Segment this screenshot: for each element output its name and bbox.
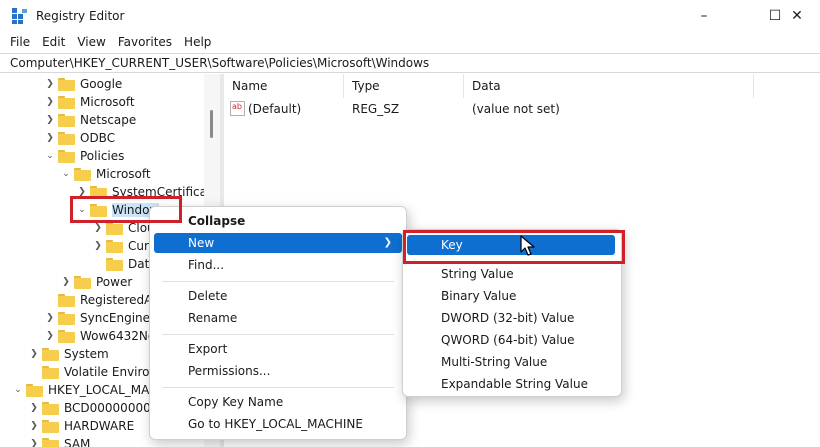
close-icon: ✕ bbox=[791, 8, 803, 24]
menu-item-rename[interactable]: Rename bbox=[154, 308, 402, 328]
tree-item-hklm[interactable]: ⌄ HKEY_LOCAL_MAC bbox=[12, 381, 157, 399]
menu-item-new[interactable]: New ❯ bbox=[154, 233, 402, 253]
folder-icon bbox=[74, 167, 91, 181]
chevron-right-icon[interactable]: ❯ bbox=[44, 97, 56, 107]
tree-item-power[interactable]: ❯ Power bbox=[60, 273, 132, 291]
tree-item-hardware[interactable]: ❯ HARDWARE bbox=[28, 417, 134, 435]
menu-bar: File Edit View Favorites Help bbox=[0, 32, 820, 52]
menu-view[interactable]: View bbox=[71, 35, 111, 49]
folder-icon bbox=[58, 329, 75, 343]
registry-editor-icon bbox=[12, 8, 28, 24]
folder-icon bbox=[58, 95, 75, 109]
value-name[interactable]: (Default) bbox=[248, 100, 301, 118]
tree-item-wow6432node[interactable]: ❯ Wow6432Noc bbox=[44, 327, 162, 345]
chevron-right-icon[interactable]: ❯ bbox=[92, 223, 104, 233]
address-bar[interactable]: Computer\HKEY_CURRENT_USER\Software\Poli… bbox=[0, 53, 820, 73]
menu-separator bbox=[162, 281, 394, 282]
folder-icon bbox=[74, 275, 91, 289]
chevron-right-icon: ❯ bbox=[383, 237, 392, 248]
minimize-icon: – bbox=[700, 8, 708, 24]
folder-icon bbox=[58, 293, 75, 307]
chevron-down-icon[interactable]: ⌄ bbox=[44, 151, 56, 161]
chevron-right-icon[interactable]: ❯ bbox=[28, 421, 40, 431]
submenu-item-string-value[interactable]: String Value bbox=[407, 264, 615, 284]
chevron-right-icon[interactable]: ❯ bbox=[44, 331, 56, 341]
tree-item-syncengines[interactable]: ❯ SyncEngines bbox=[44, 309, 156, 327]
folder-icon bbox=[58, 131, 75, 145]
menu-favorites[interactable]: Favorites bbox=[112, 35, 178, 49]
string-value-icon: ab bbox=[230, 101, 245, 116]
chevron-right-icon[interactable]: ❯ bbox=[28, 439, 40, 447]
minimize-button[interactable]: – bbox=[681, 0, 727, 32]
value-data: (value not set) bbox=[472, 102, 560, 116]
submenu-item-dword[interactable]: DWORD (32-bit) Value bbox=[407, 308, 615, 328]
tree-item-data[interactable]: Data bbox=[92, 255, 157, 273]
menu-file[interactable]: File bbox=[4, 35, 36, 49]
folder-icon bbox=[58, 149, 75, 163]
tree-item-google[interactable]: ❯ Google bbox=[44, 75, 122, 93]
menu-edit[interactable]: Edit bbox=[36, 35, 71, 49]
tree-item-system[interactable]: ❯ System bbox=[28, 345, 109, 363]
column-header-type[interactable]: Type bbox=[344, 74, 464, 98]
chevron-right-icon[interactable]: ❯ bbox=[44, 115, 56, 125]
folder-icon bbox=[42, 401, 59, 415]
chevron-right-icon[interactable]: ❯ bbox=[28, 403, 40, 413]
context-menu: Collapse New ❯ Find... Delete Rename Expo… bbox=[149, 206, 407, 440]
tree-item-policies[interactable]: ⌄ Policies bbox=[44, 147, 124, 165]
menu-help[interactable]: Help bbox=[178, 35, 217, 49]
column-header-name[interactable]: Name bbox=[224, 74, 344, 98]
tree-item-netscape[interactable]: ❯ Netscape bbox=[44, 111, 136, 129]
chevron-down-icon[interactable]: ⌄ bbox=[12, 385, 24, 395]
annotation-box-key bbox=[403, 230, 625, 264]
window-title: Registry Editor bbox=[36, 9, 125, 23]
folder-icon bbox=[106, 239, 123, 253]
folder-icon bbox=[58, 113, 75, 127]
column-header-data[interactable]: Data bbox=[464, 74, 754, 98]
folder-icon bbox=[58, 77, 75, 91]
chevron-right-icon[interactable]: ❯ bbox=[44, 79, 56, 89]
menu-item-copy-key-name[interactable]: Copy Key Name bbox=[154, 392, 402, 412]
tree-item-bcd[interactable]: ❯ BCD00000000 bbox=[28, 399, 151, 417]
menu-item-find[interactable]: Find... bbox=[154, 255, 402, 275]
submenu-item-binary-value[interactable]: Binary Value bbox=[407, 286, 615, 306]
chevron-right-icon[interactable]: ❯ bbox=[92, 241, 104, 251]
chevron-right-icon[interactable]: ❯ bbox=[44, 133, 56, 143]
submenu-item-multi-string[interactable]: Multi-String Value bbox=[407, 352, 615, 372]
tree-item-registeredapps[interactable]: RegisteredAp bbox=[44, 291, 160, 309]
mouse-cursor-icon bbox=[520, 235, 535, 256]
menu-item-new-label: New bbox=[188, 236, 215, 250]
tree-item-current[interactable]: ❯ Curr bbox=[92, 237, 153, 255]
submenu-item-expandable-string[interactable]: Expandable String Value bbox=[407, 374, 615, 394]
menu-item-permissions[interactable]: Permissions... bbox=[154, 361, 402, 381]
tree-item-volatile[interactable]: Volatile Environn bbox=[28, 363, 165, 381]
menu-item-delete[interactable]: Delete bbox=[154, 286, 402, 306]
tree-item-microsoft[interactable]: ❯ Microsoft bbox=[44, 93, 134, 111]
folder-icon bbox=[106, 221, 123, 235]
folder-icon bbox=[58, 311, 75, 325]
chevron-right-icon[interactable]: ❯ bbox=[44, 313, 56, 323]
menu-separator bbox=[162, 334, 394, 335]
menu-item-collapse[interactable]: Collapse bbox=[154, 211, 402, 231]
chevron-down-icon[interactable]: ⌄ bbox=[60, 169, 72, 179]
annotation-box-windows bbox=[70, 196, 182, 223]
submenu-item-qword[interactable]: QWORD (64-bit) Value bbox=[407, 330, 615, 350]
folder-icon bbox=[42, 347, 59, 361]
scrollbar-thumb[interactable] bbox=[210, 110, 213, 138]
menu-item-goto-hklm[interactable]: Go to HKEY_LOCAL_MACHINE bbox=[154, 414, 402, 434]
folder-icon bbox=[42, 419, 59, 433]
tree-item-sam[interactable]: ❯ SAM bbox=[28, 435, 90, 447]
menu-separator bbox=[162, 387, 394, 388]
folder-icon bbox=[42, 365, 59, 379]
folder-icon bbox=[42, 437, 59, 447]
tree-item-odbc[interactable]: ❯ ODBC bbox=[44, 129, 115, 147]
chevron-right-icon[interactable]: ❯ bbox=[28, 349, 40, 359]
title-bar: Registry Editor – ☐ ✕ bbox=[0, 0, 820, 32]
menu-item-export[interactable]: Export bbox=[154, 339, 402, 359]
value-type: REG_SZ bbox=[352, 102, 400, 116]
chevron-right-icon[interactable]: ❯ bbox=[60, 277, 72, 287]
tree-item-policies-microsoft[interactable]: ⌄ Microsoft bbox=[60, 165, 150, 183]
close-button[interactable]: ✕ bbox=[774, 0, 820, 32]
folder-icon bbox=[26, 383, 43, 397]
folder-icon bbox=[106, 257, 123, 271]
